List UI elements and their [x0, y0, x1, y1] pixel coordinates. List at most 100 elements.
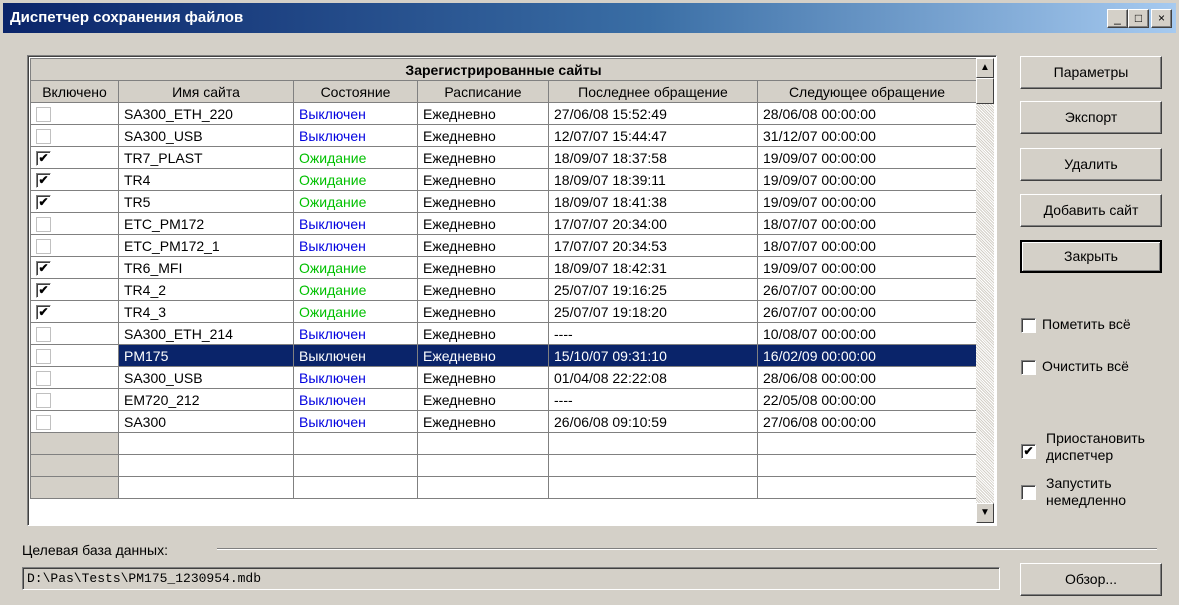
- table-row[interactable]: SA300_USB Выключен Ежедневно 12/07/07 15:44…: [30, 124, 977, 147]
- enabled-checkbox[interactable]: ✔: [36, 282, 51, 298]
- scroll-down-button[interactable]: ▼: [976, 503, 994, 523]
- table-row[interactable]: SA300_USB Выключен Ежедневно 01/04/08 22:22…: [30, 366, 977, 389]
- empty-cell: [548, 454, 758, 477]
- mark-all-option[interactable]: Пометить всё: [1021, 316, 1131, 333]
- table-row[interactable]: SA300 Выключен Ежедневно 26/06/08 09:10:59 2…: [30, 410, 977, 433]
- enabled-checkbox[interactable]: [36, 326, 51, 342]
- schedule-cell: Ежедневно: [417, 234, 549, 257]
- vertical-scrollbar[interactable]: ▲ ▼: [976, 58, 994, 523]
- column-header[interactable]: Имя сайта: [118, 80, 294, 103]
- empty-cell: [548, 476, 758, 499]
- enabled-checkbox[interactable]: [36, 370, 51, 386]
- empty-cell: [417, 454, 549, 477]
- table-row[interactable]: ✔ TR6_MFI Ожидание Ежедневно 18/09/07 18:42:…: [30, 256, 977, 279]
- table-row[interactable]: ✔ TR4_3 Ожидание Ежедневно 25/07/07 19:18:20…: [30, 300, 977, 323]
- close-window-button[interactable]: ×: [1151, 9, 1172, 28]
- enabled-checkbox[interactable]: ✔: [36, 194, 51, 210]
- parameters-button[interactable]: Параметры: [1020, 56, 1162, 89]
- last-cell: ----: [548, 322, 758, 345]
- name-cell: TR6_MFI: [118, 256, 294, 279]
- scroll-thumb[interactable]: [976, 78, 994, 104]
- start-immediately-checkbox[interactable]: [1021, 485, 1036, 500]
- delete-button[interactable]: Удалить: [1020, 148, 1162, 181]
- table-row[interactable]: ETC_PM172 Выключен Ежедневно 17/07/07 20:34…: [30, 212, 977, 235]
- empty-cell: [118, 476, 294, 499]
- sites-table: Зарегистрированные сайты Включено Имя сай…: [30, 58, 977, 499]
- enabled-checkbox[interactable]: [36, 392, 51, 408]
- enabled-checkbox[interactable]: [36, 348, 51, 364]
- clear-all-label: Очистить всё: [1042, 358, 1129, 374]
- column-header[interactable]: Состояние: [293, 80, 418, 103]
- next-cell: 28/06/08 00:00:00: [757, 102, 977, 125]
- export-button[interactable]: Экспорт: [1020, 101, 1162, 134]
- column-header[interactable]: Следующее обращение: [757, 80, 977, 103]
- enabled-checkbox[interactable]: [36, 128, 51, 144]
- mark-all-checkbox[interactable]: [1021, 317, 1036, 333]
- schedule-cell: Ежедневно: [417, 256, 549, 279]
- start-immediately-label-line1: Запустить: [1046, 475, 1112, 491]
- browse-button[interactable]: Обзор...: [1020, 563, 1162, 596]
- clear-all-option[interactable]: Очистить всё: [1021, 358, 1129, 375]
- enabled-cell: [30, 212, 119, 235]
- maximize-button[interactable]: □: [1128, 9, 1149, 28]
- empty-cell: [757, 432, 977, 455]
- table-row[interactable]: ✔ TR4_2 Ожидание Ежедневно 25/07/07 19:16:25…: [30, 278, 977, 301]
- column-header[interactable]: Включено: [30, 80, 119, 103]
- schedule-cell: Ежедневно: [417, 322, 549, 345]
- column-header[interactable]: Последнее обращение: [548, 80, 758, 103]
- enabled-cell: ✔: [30, 168, 119, 191]
- table-row[interactable]: ✔ TR7_PLAST Ожидание Ежедневно 18/09/07 18:3…: [30, 146, 977, 169]
- enabled-checkbox[interactable]: ✔: [36, 150, 51, 166]
- state-cell: Выключен: [293, 388, 418, 411]
- add-site-button[interactable]: Добавить сайт: [1020, 194, 1162, 227]
- empty-cell: [293, 476, 418, 499]
- table-row[interactable]: ETC_PM172_1 Выключен Ежедневно 17/07/07 20:…: [30, 234, 977, 257]
- clear-all-checkbox[interactable]: [1021, 359, 1036, 375]
- enabled-checkbox[interactable]: [36, 106, 51, 122]
- enabled-checkbox[interactable]: ✔: [36, 172, 51, 188]
- enabled-checkbox[interactable]: ✔: [36, 260, 51, 276]
- table-row[interactable]: SA300_ETH_214 Выключен Ежедневно ---- 10/08/…: [30, 322, 977, 345]
- enabled-cell: [30, 102, 119, 125]
- name-cell: SA300_USB: [118, 366, 294, 389]
- pause-manager-label-line1: Приостановить: [1046, 430, 1145, 446]
- scroll-up-button[interactable]: ▲: [976, 58, 994, 78]
- table-row[interactable]: SA300_ETH_220 Выключен Ежедневно 27/06/08 1…: [30, 102, 977, 125]
- state-cell: Выключен: [293, 234, 418, 257]
- column-header[interactable]: Расписание: [417, 80, 549, 103]
- minimize-button[interactable]: _: [1107, 9, 1128, 28]
- state-cell: Выключен: [293, 212, 418, 235]
- state-cell: Выключен: [293, 102, 418, 125]
- next-cell: 28/06/08 00:00:00: [757, 366, 977, 389]
- file-save-manager-window: Диспетчер сохранения файлов _ □ × Зареги…: [0, 0, 1179, 605]
- empty-cell: [118, 454, 294, 477]
- database-path-field[interactable]: D:\Pas\Tests\PM175_1230954.mdb: [22, 567, 1000, 590]
- table-row[interactable]: EM720_212 Выключен Ежедневно ---- 22/05/08 0…: [30, 388, 977, 411]
- enabled-checkbox[interactable]: [36, 238, 51, 254]
- last-cell: 18/09/07 18:39:11: [548, 168, 758, 191]
- empty-cell: [30, 454, 119, 477]
- pause-manager-checkbox[interactable]: ✔: [1021, 444, 1036, 459]
- title-bar[interactable]: Диспетчер сохранения файлов _ □ ×: [3, 3, 1176, 33]
- empty-cell: [293, 432, 418, 455]
- enabled-checkbox[interactable]: [36, 216, 51, 232]
- schedule-cell: Ежедневно: [417, 190, 549, 213]
- state-cell: Выключен: [293, 322, 418, 345]
- table-row[interactable]: ✔ TR5 Ожидание Ежедневно 18/09/07 18:41:38 19…: [30, 190, 977, 213]
- enabled-checkbox[interactable]: ✔: [36, 304, 51, 320]
- enabled-checkbox[interactable]: [36, 414, 51, 430]
- table-row[interactable]: ✔ TR4 Ожидание Ежедневно 18/09/07 18:39:11 19…: [30, 168, 977, 191]
- name-cell: SA300: [118, 410, 294, 433]
- target-database-label: Целевая база данных:: [22, 542, 168, 558]
- table-row[interactable]: PM175 Выключен Ежедневно 15/10/07 09:31:10 1…: [30, 344, 977, 367]
- state-cell: Выключен: [293, 366, 418, 389]
- enabled-cell: ✔: [30, 146, 119, 169]
- next-cell: 31/12/07 00:00:00: [757, 124, 977, 147]
- sites-grid: Зарегистрированные сайты Включено Имя сай…: [27, 55, 997, 526]
- close-button[interactable]: Закрыть: [1020, 240, 1162, 273]
- empty-row: [30, 432, 977, 455]
- empty-cell: [757, 476, 977, 499]
- last-cell: 27/06/08 15:52:49: [548, 102, 758, 125]
- next-cell: 26/07/07 00:00:00: [757, 300, 977, 323]
- empty-cell: [118, 432, 294, 455]
